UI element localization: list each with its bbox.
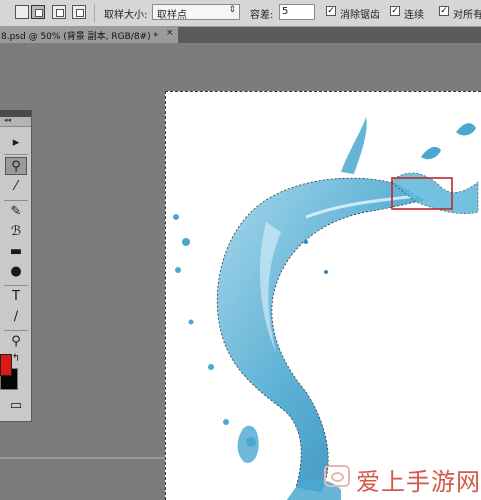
close-tab-icon[interactable]: × [166, 28, 174, 38]
antialias-label: 消除锯齿 [340, 10, 380, 21]
document-tab-bar: 8.psd @ 50% (背景 副本, RGB/8#) * × [0, 27, 481, 43]
sample-all-layers-checkbox[interactable]: ✓ [439, 6, 449, 16]
collapse-icon: ◂◂ [4, 116, 12, 124]
watermark-text: 爱上手游网 [356, 468, 481, 496]
sample-all-layers-label: 对所有图 [453, 10, 481, 21]
move-tool-icon[interactable]: ▸ [5, 134, 27, 152]
divider [4, 154, 28, 155]
zoom-tool-icon[interactable]: ⚲ [5, 333, 27, 351]
dodge-tool-icon[interactable]: ● [5, 263, 27, 281]
new-selection-icon[interactable] [15, 5, 29, 19]
eyedropper-tool-icon[interactable]: ⁄ [5, 178, 27, 196]
gradient-tool-icon[interactable]: ▬ [5, 243, 27, 261]
gamepad-icon [324, 465, 350, 487]
sample-size-value: 取样点 [157, 10, 187, 21]
water-splash-image [173, 117, 479, 500]
sample-size-dropdown[interactable]: 取样点 ⇕ [152, 4, 240, 21]
divider [4, 285, 28, 286]
line-tool-icon[interactable]: ∕ [5, 308, 27, 326]
tools-panel: ◂◂ ▸ ⚲ ⁄ ✎ ℬ ▬ ● T ∕ ⚲ ↰ ▭ [0, 110, 32, 422]
type-tool-icon[interactable]: T [5, 288, 27, 306]
document-title: 8.psd @ 50% (背景 副本, RGB/8#) * [1, 32, 158, 42]
tools-panel-collapse[interactable]: ◂◂ [0, 116, 31, 127]
tolerance-label: 容差: [250, 10, 274, 21]
document-canvas[interactable] [165, 91, 481, 500]
screen-mode-icon[interactable]: ▭ [5, 397, 27, 415]
divider [94, 4, 95, 22]
magic-wand-tool-icon[interactable]: ⚲ [5, 157, 27, 175]
contiguous-label: 连续 [404, 10, 424, 21]
contiguous-checkbox[interactable]: ✓ [390, 6, 400, 16]
intersect-selection-icon[interactable] [72, 5, 86, 19]
watermark-logo: 爱上手游网 [322, 460, 481, 496]
add-to-selection-icon[interactable] [31, 5, 45, 19]
document-tab[interactable]: 8.psd @ 50% (背景 副本, RGB/8#) * [0, 27, 178, 43]
subtract-selection-icon[interactable] [52, 5, 66, 19]
brush-tool-icon[interactable]: ✎ [5, 203, 27, 221]
divider [0, 457, 165, 459]
dropdown-arrow-icon: ⇕ [228, 5, 236, 15]
antialias-checkbox[interactable]: ✓ [326, 6, 336, 16]
divider [4, 330, 28, 331]
foreground-color-swatch[interactable] [0, 354, 12, 376]
sample-size-label: 取样大小: [104, 10, 148, 21]
options-bar: 取样大小: 取样点 ⇕ 容差: 5 ✓ 消除锯齿 ✓ 连续 ✓ 对所有图 [0, 0, 481, 27]
divider [4, 200, 28, 201]
tolerance-input[interactable]: 5 [279, 4, 315, 20]
history-brush-tool-icon[interactable]: ℬ [5, 223, 27, 241]
